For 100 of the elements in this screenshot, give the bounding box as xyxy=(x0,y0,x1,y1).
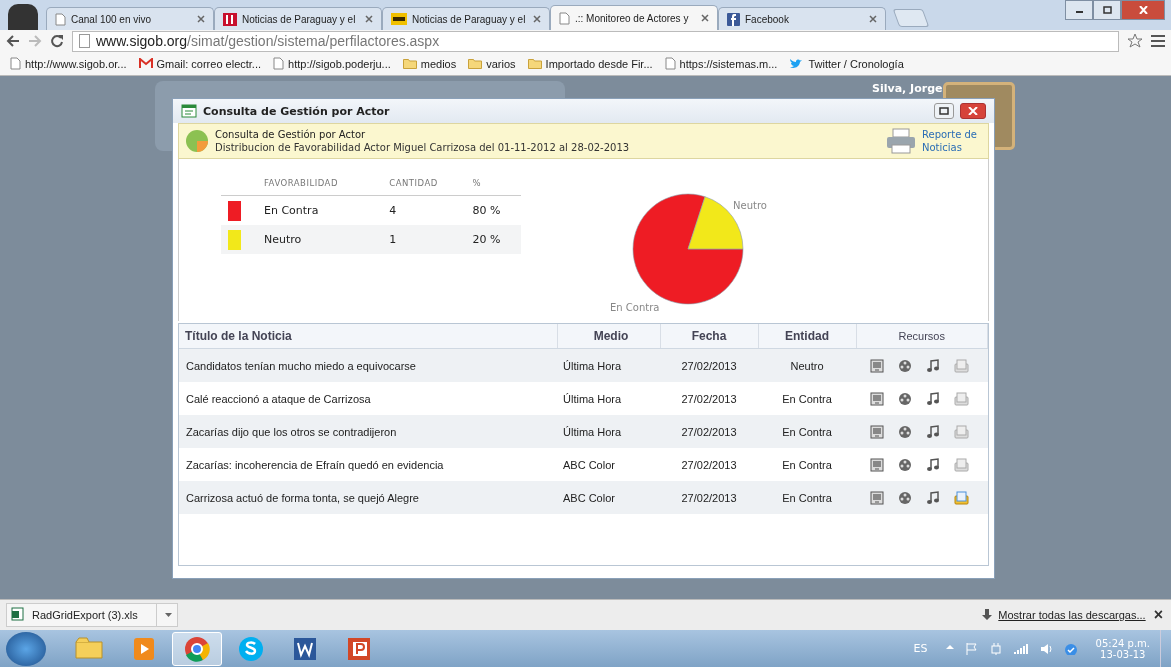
signal-bars-icon[interactable] xyxy=(1013,642,1028,655)
column-header[interactable]: Título de la Noticia xyxy=(185,329,292,343)
facebook-icon xyxy=(727,12,740,26)
close-icon xyxy=(968,107,978,115)
table-cell: 4 xyxy=(389,204,397,217)
film-reel-icon[interactable] xyxy=(898,490,912,505)
monitor-icon[interactable] xyxy=(870,424,884,439)
music-note-icon[interactable] xyxy=(926,457,940,472)
start-button[interactable] xyxy=(6,631,46,666)
close-icon[interactable] xyxy=(533,15,541,23)
table-cell: Calé reaccionó a ataque de Carrizosa xyxy=(186,392,371,405)
table-cell: En Contra xyxy=(264,204,319,217)
column-header: % xyxy=(471,171,521,196)
close-icon[interactable] xyxy=(701,14,709,22)
column-header: FAVORABILIDAD xyxy=(263,171,389,196)
browser-tab[interactable]: .:: Monitoreo de Actores y xyxy=(550,5,718,30)
close-button[interactable] xyxy=(1121,0,1165,20)
bookmark[interactable]: Gmail: correo electr... xyxy=(138,57,262,70)
bookmark[interactable]: medios xyxy=(402,57,457,70)
film-reel-icon[interactable] xyxy=(898,457,912,472)
form-icon xyxy=(181,104,197,118)
close-button[interactable] xyxy=(960,103,986,119)
table-cell: 27/02/2013 xyxy=(681,491,737,504)
reload-icon[interactable] xyxy=(50,34,64,48)
back-icon[interactable] xyxy=(6,35,20,47)
menu-icon[interactable] xyxy=(1151,35,1165,47)
close-icon[interactable] xyxy=(869,15,877,23)
page-icon xyxy=(273,57,285,70)
browser-tab[interactable]: Noticias de Paraguay y el xyxy=(214,7,382,30)
header-title: Consulta de Gestión por Actor xyxy=(215,129,367,140)
report-link[interactable]: Reporte de Noticias xyxy=(922,128,982,154)
table-cell: 27/02/2013 xyxy=(681,392,737,405)
bookmark[interactable]: varios xyxy=(468,57,516,70)
table-cell: En Contra xyxy=(782,458,832,471)
pie-chart-icon xyxy=(185,129,209,153)
music-note-icon[interactable] xyxy=(926,391,940,406)
printer-icon[interactable] xyxy=(886,128,916,154)
header-subtitle: Distribucion de Favorabilidad Actor Miguel Carrizosa del 01-11-2012 al 28-02-2013 xyxy=(215,142,630,153)
browser-tab[interactable]: Canal 100 en vivo xyxy=(46,7,214,30)
film-reel-icon[interactable] xyxy=(898,358,912,373)
taskbar-app[interactable] xyxy=(172,631,222,666)
table-cell: 27/02/2013 xyxy=(681,458,737,471)
close-button[interactable]: × xyxy=(1151,606,1165,624)
film-reel-icon[interactable] xyxy=(898,391,912,406)
show-all-downloads-link[interactable]: Mostrar todas las descargas... xyxy=(998,609,1146,621)
column-header[interactable]: Medio xyxy=(593,329,629,343)
user-name: Silva, Jorge xyxy=(872,82,943,95)
url-field[interactable]: www.sigob.org/simat/gestion/sistema/perfilactores.aspx xyxy=(72,30,1119,52)
page-icon xyxy=(10,57,21,70)
maximize-icon xyxy=(939,107,949,115)
close-icon[interactable] xyxy=(197,15,205,23)
table-cell: 27/02/2013 xyxy=(681,425,737,438)
table-cell: En Contra xyxy=(782,491,832,504)
speaker-icon[interactable] xyxy=(1039,642,1052,655)
slice-label: En Contra xyxy=(610,302,660,313)
bookmark[interactable]: https://sistemas.m... xyxy=(664,57,778,70)
folder-icon xyxy=(468,58,483,69)
minimize-button[interactable] xyxy=(1065,0,1093,20)
slice-label: Neutro xyxy=(733,200,767,211)
column-header: CANTIDAD xyxy=(388,171,472,196)
bookmark[interactable]: http://sigob.poderju... xyxy=(273,57,391,70)
column-header: Recursos xyxy=(898,330,945,342)
document-icon[interactable] xyxy=(954,490,969,505)
monitor-icon[interactable] xyxy=(870,358,884,373)
table-cell: ABC Color xyxy=(563,491,615,504)
bookmark[interactable]: http://www.sigob.or... xyxy=(10,57,127,70)
table-cell: 27/02/2013 xyxy=(681,359,737,372)
download-icon xyxy=(982,609,993,621)
close-icon[interactable] xyxy=(365,15,373,23)
maximize-button[interactable] xyxy=(1093,0,1121,20)
table-cell: Zacarías: incoherencia de Efraín quedó en evidencia xyxy=(186,458,444,471)
bookmark[interactable]: Importado desde Fir... xyxy=(527,57,653,70)
music-note-icon[interactable] xyxy=(926,358,940,373)
browser-tab[interactable]: Facebook xyxy=(718,7,886,30)
browser-tab[interactable]: Noticias de Paraguay y el xyxy=(382,7,550,30)
music-note-icon[interactable] xyxy=(926,424,940,439)
table-cell: En Contra xyxy=(782,392,832,405)
network-icon[interactable] xyxy=(1063,642,1078,655)
dialog-title: Consulta de Gestión por Actor xyxy=(203,104,390,118)
table-cell: 80 % xyxy=(472,204,501,217)
monitor-icon[interactable] xyxy=(870,457,884,472)
caret-icon[interactable] xyxy=(165,612,173,618)
maximize-button[interactable] xyxy=(934,103,954,119)
page-icon xyxy=(559,11,570,25)
logo-icon xyxy=(223,12,237,26)
star-icon[interactable] xyxy=(1127,33,1143,49)
mail-icon xyxy=(138,58,153,69)
bookmark[interactable]: Twitter / Cronología xyxy=(789,57,904,70)
monitor-icon[interactable] xyxy=(870,391,884,406)
spreadsheet-icon xyxy=(11,607,24,621)
monitor-icon[interactable] xyxy=(870,490,884,505)
download-item[interactable]: RadGridExport (3).xls xyxy=(6,603,178,627)
folder-icon xyxy=(527,58,542,69)
table-cell: 20 % xyxy=(472,233,501,246)
film-reel-icon[interactable] xyxy=(898,424,912,439)
music-note-icon[interactable] xyxy=(926,490,940,505)
table-cell: 1 xyxy=(389,233,397,246)
bird-icon xyxy=(789,57,805,70)
table-cell: Neutro xyxy=(790,359,824,372)
page-icon xyxy=(664,57,676,70)
